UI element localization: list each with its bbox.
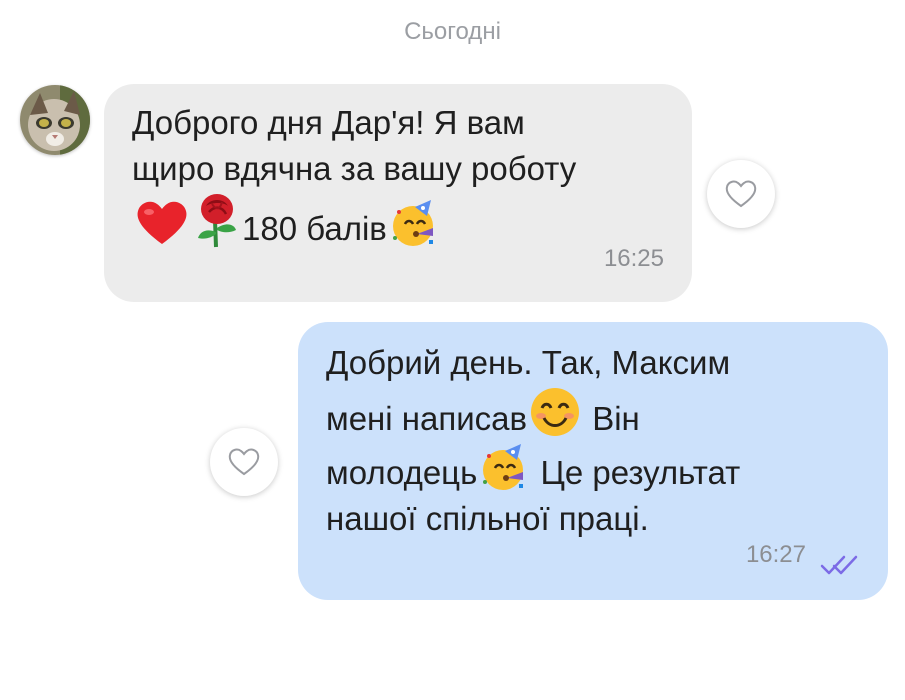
message-text-inline: молодець (326, 454, 478, 491)
smiling-face-icon (531, 388, 580, 436)
message-time: 16:25 (603, 245, 664, 272)
message-text-line: Добрий день. Так, Максим (326, 344, 731, 381)
heart-outline-icon (725, 180, 757, 208)
like-button[interactable] (210, 428, 278, 496)
heart-outline-icon (228, 448, 260, 476)
double-check-icon (820, 555, 858, 575)
cat-avatar-icon (20, 85, 90, 155)
message-text-inline: 180 балів (242, 210, 387, 247)
message-text-inline: Це результат (540, 454, 741, 491)
chat-screen: Сьогодні Доброго дня Дар'я! Я вам щиро в… (0, 0, 905, 700)
like-button[interactable] (707, 160, 775, 228)
date-divider: Сьогодні (404, 18, 501, 45)
sender-avatar[interactable] (20, 85, 90, 155)
message-text-line: 180 балів (132, 192, 664, 252)
message-text-line: мені написав Він (326, 386, 860, 442)
message-text-inline: Він (592, 400, 640, 437)
red-heart-icon (137, 201, 187, 244)
rose-icon (198, 194, 236, 248)
message-text-inline: мені написав (326, 400, 528, 437)
partying-face-icon (392, 200, 433, 246)
message-bubble-outgoing[interactable]: Добрий день. Так, Максим мені написав Ві… (298, 322, 888, 600)
message-bubble-incoming[interactable]: Доброго дня Дар'я! Я вам щиро вдячна за … (104, 84, 692, 302)
message-text-line: молодець Це результат (326, 442, 860, 496)
message-time: 16:27 (745, 541, 806, 568)
partying-face-icon (483, 444, 524, 490)
message-text-line: щиро вдячна за вашу роботу (132, 150, 577, 187)
message-text-line: Доброго дня Дар'я! Я вам (132, 104, 525, 141)
